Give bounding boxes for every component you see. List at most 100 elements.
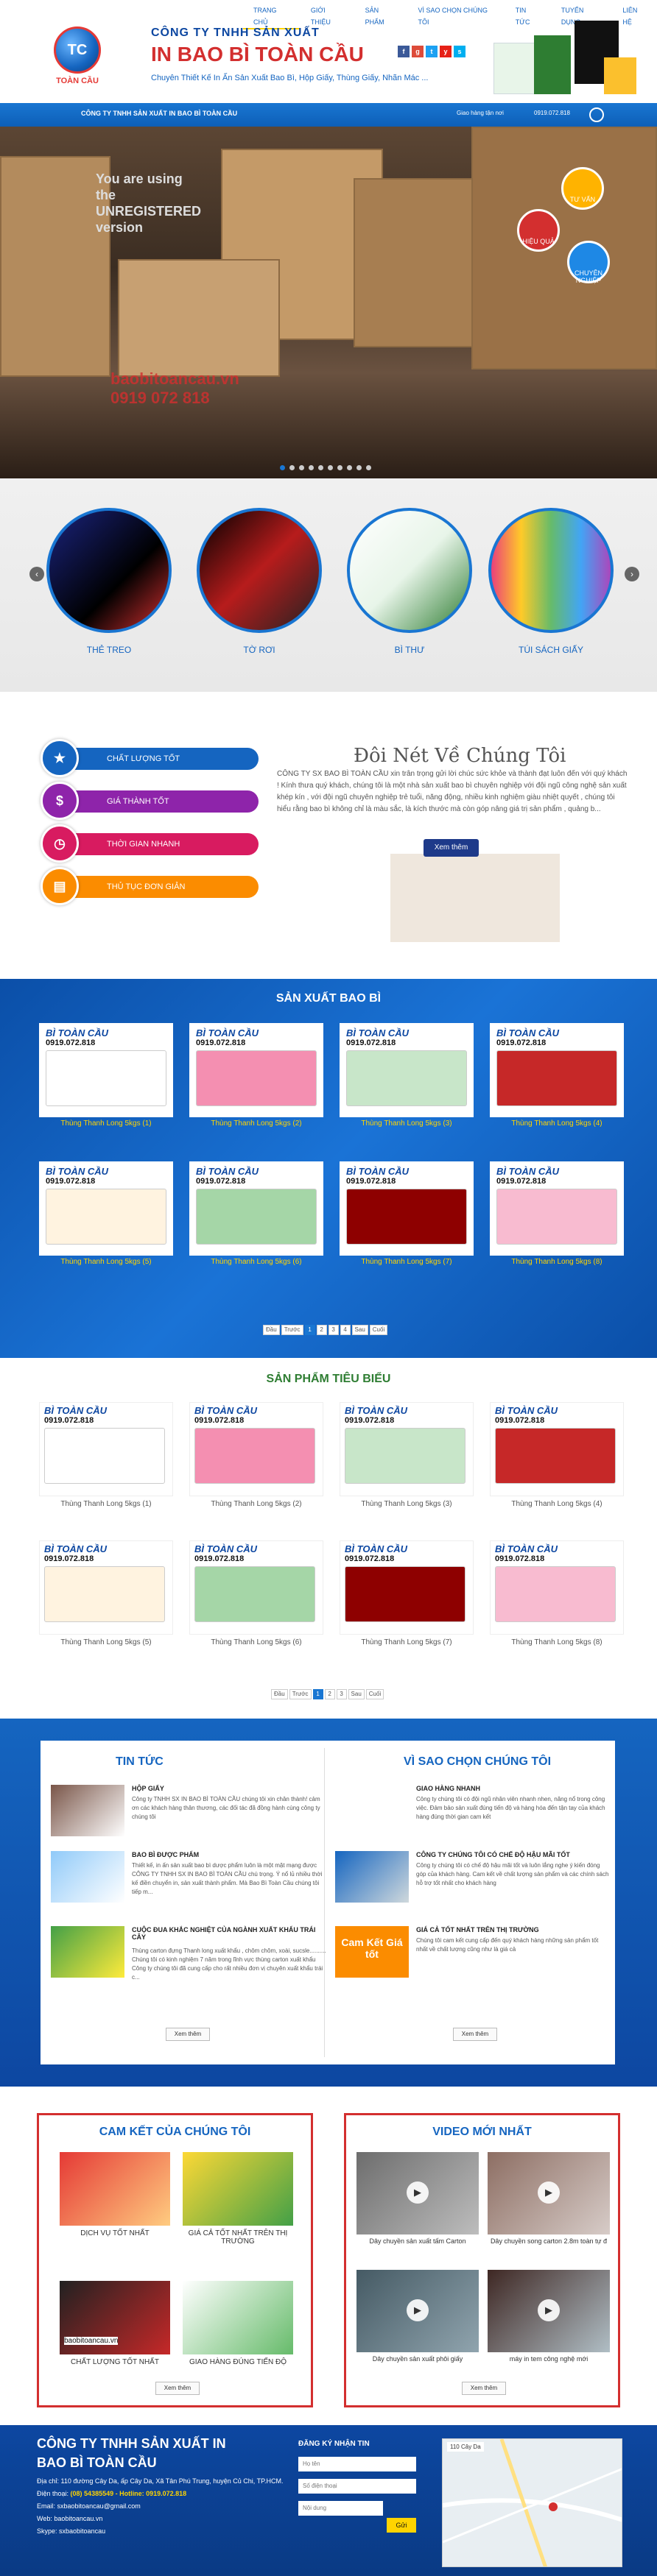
- product-label[interactable]: Thùng Thanh Long 5kgs (1): [39, 1119, 173, 1128]
- footer-email[interactable]: sxbaobitoancau@gmail.com: [57, 2502, 141, 2510]
- category-label[interactable]: THẺ TREO: [44, 645, 174, 655]
- play-icon[interactable]: ▶: [407, 2299, 429, 2321]
- video-item[interactable]: ▶ Dây chuyền song carton 2.8m toàn tự đ: [488, 2152, 610, 2262]
- why-item[interactable]: Cam Kết Giá tốt GIÁ CẢ TỐT NHẤT TRÊN THỊ…: [335, 1926, 615, 2000]
- product-card[interactable]: BÌ TOÀN CẦU 0919.072.818 Thùng Thanh Long …: [340, 1402, 474, 1512]
- product-label[interactable]: Thùng Thanh Long 5kgs (7): [340, 1638, 474, 1646]
- product-card[interactable]: BÌ TOÀN CẦU 0919.072.818 Thùng Thanh Long …: [189, 1540, 323, 1651]
- product-label[interactable]: Thùng Thanh Long 5kgs (7): [340, 1258, 474, 1266]
- slider-dot[interactable]: [309, 465, 314, 470]
- page-link[interactable]: Trước: [289, 1689, 312, 1699]
- tab-procedure[interactable]: THỦ TỤC ĐƠN GIẢN ▤: [41, 867, 259, 905]
- tab-time[interactable]: THỜI GIAN NHANH ◷: [41, 824, 259, 863]
- skype-icon[interactable]: s: [454, 46, 465, 57]
- news-item[interactable]: BAO BÌ ĐƯỢC PHẨM Thiết kế, in ấn sản xuấ…: [51, 1851, 331, 1917]
- why-item[interactable]: CÔNG TY CHÚNG TÔI CÓ CHẾ ĐỘ HẬU MÃI TỐT …: [335, 1851, 615, 1917]
- page-link[interactable]: Cuối: [365, 1689, 384, 1699]
- page-link[interactable]: 3: [328, 1325, 339, 1335]
- page-link[interactable]: Sau: [348, 1689, 365, 1699]
- product-label[interactable]: Thùng Thanh Long 5kgs (2): [189, 1119, 323, 1128]
- slider-dot[interactable]: [289, 465, 295, 470]
- page-link[interactable]: Sau: [351, 1325, 368, 1335]
- video-item[interactable]: ▶ máy in tem công nghệ mới: [488, 2270, 610, 2380]
- product-card[interactable]: BÌ TOÀN CẦU 0919.072.818 Thùng Thanh Long …: [340, 1540, 474, 1651]
- page-link[interactable]: 2: [324, 1689, 335, 1699]
- product-card[interactable]: BÌ TOÀN CẦU 0919.072.818 Thùng Thanh Long …: [189, 1402, 323, 1512]
- category-paper-bag[interactable]: TÚI SÁCH GIẤY: [486, 508, 616, 655]
- hero-slider[interactable]: You are using the UNREGISTERED version b…: [0, 127, 657, 478]
- commit-item[interactable]: GIAO HÀNG ĐÚNG TIẾN ĐỘ: [183, 2281, 293, 2377]
- product-image[interactable]: BÌ TOÀN CẦU 0919.072.818: [39, 1540, 173, 1635]
- carousel-next-icon[interactable]: ›: [625, 567, 639, 581]
- play-icon[interactable]: ▶: [538, 2182, 560, 2204]
- product-card[interactable]: BÌ TOÀN CẦU 0919.072.818 Thùng Thanh Long …: [490, 1023, 624, 1128]
- page-link[interactable]: 1: [304, 1325, 315, 1335]
- product-image[interactable]: BÌ TOÀN CẦU 0919.072.818: [340, 1161, 474, 1256]
- page-link[interactable]: 2: [316, 1325, 327, 1335]
- product-card[interactable]: BÌ TOÀN CẦU 0919.072.818 Thùng Thanh Long …: [340, 1023, 474, 1128]
- category-label[interactable]: TÚI SÁCH GIẤY: [486, 645, 616, 655]
- nav-why-us[interactable]: VÌ SAO CHỌN CHÚNG TÔI: [407, 4, 505, 29]
- product-label[interactable]: Thùng Thanh Long 5kgs (3): [340, 1500, 474, 1508]
- news-item-title[interactable]: CUỘC ĐUA KHẮC NGHIỆT CỦA NGÀNH XUẤT KHẨU…: [132, 1926, 331, 1941]
- nav-about[interactable]: GIỚI THIỆU: [301, 4, 355, 29]
- product-image[interactable]: BÌ TOÀN CẦU 0919.072.818: [340, 1540, 474, 1635]
- product-label[interactable]: Thùng Thanh Long 5kgs (4): [490, 1119, 624, 1128]
- product-label[interactable]: Thùng Thanh Long 5kgs (6): [189, 1638, 323, 1646]
- product-image[interactable]: BÌ TOÀN CẦU 0919.072.818: [490, 1161, 624, 1256]
- product-label[interactable]: Thùng Thanh Long 5kgs (4): [490, 1500, 624, 1508]
- product-card[interactable]: BÌ TOÀN CẦU 0919.072.818 Thùng Thanh Long …: [39, 1023, 173, 1128]
- nav-home[interactable]: TRANG CHỦ: [243, 4, 301, 29]
- product-label[interactable]: Thùng Thanh Long 5kgs (3): [340, 1119, 474, 1128]
- page-link[interactable]: 1: [312, 1689, 323, 1699]
- news-item-title[interactable]: HỘP GIẤY: [132, 1785, 164, 1792]
- page-link[interactable]: 4: [340, 1325, 351, 1335]
- slider-dot[interactable]: [328, 465, 333, 470]
- slider-dot[interactable]: [280, 465, 285, 470]
- news-item[interactable]: CUỘC ĐUA KHẮC NGHIỆT CỦA NGÀNH XUẤT KHẨU…: [51, 1926, 331, 2000]
- bubble-consult[interactable]: TƯ VẤN: [561, 167, 604, 210]
- category-hang-tag[interactable]: THẺ TREO: [44, 508, 174, 655]
- google-plus-icon[interactable]: g: [412, 46, 424, 57]
- why-item[interactable]: GIAO HÀNG NHANH Công ty chúng tôi có đội…: [335, 1785, 615, 1844]
- product-label[interactable]: Thùng Thanh Long 5kgs (1): [39, 1500, 173, 1508]
- footer-skype[interactable]: sxbaobitoancau: [59, 2527, 105, 2535]
- category-label[interactable]: TỜ RƠI: [194, 645, 324, 655]
- product-image[interactable]: BÌ TOÀN CẦU 0919.072.818: [39, 1023, 173, 1117]
- location-map[interactable]: 110 Cây Da: [442, 2438, 622, 2567]
- commit-item[interactable]: baobitoancau.vn CHẤT LƯỢNG TỐT NHẤT: [60, 2281, 170, 2377]
- phone-input[interactable]: Số điện thoại: [298, 2479, 416, 2494]
- product-image[interactable]: BÌ TOÀN CẦU 0919.072.818: [490, 1402, 624, 1496]
- product-image[interactable]: BÌ TOÀN CẦU 0919.072.818: [39, 1161, 173, 1256]
- content-input[interactable]: Nội dung: [298, 2501, 383, 2516]
- category-envelope[interactable]: BÌ THƯ: [345, 508, 474, 655]
- slider-dot[interactable]: [337, 465, 342, 470]
- product-label[interactable]: Thùng Thanh Long 5kgs (8): [490, 1258, 624, 1266]
- product-image[interactable]: BÌ TOÀN CẦU 0919.072.818: [189, 1402, 323, 1496]
- slider-dot[interactable]: [366, 465, 371, 470]
- video-more-button[interactable]: Xem thêm: [462, 2382, 506, 2395]
- slider-dot[interactable]: [318, 465, 323, 470]
- product-image[interactable]: BÌ TOÀN CẦU 0919.072.818: [189, 1023, 323, 1117]
- commit-item[interactable]: DỊCH VỤ TỐT NHẤT: [60, 2152, 170, 2248]
- page-link[interactable]: Đầu: [271, 1689, 288, 1699]
- site-logo[interactable]: TC TOÀN CẦU: [52, 26, 103, 88]
- product-card[interactable]: BÌ TOÀN CẦU 0919.072.818 Thùng Thanh Long …: [39, 1540, 173, 1651]
- product-card[interactable]: BÌ TOÀN CẦU 0919.072.818 Thùng Thanh Long …: [189, 1023, 323, 1128]
- slider-dot[interactable]: [356, 465, 362, 470]
- video-item[interactable]: ▶ Dây chuyền sản xuất phôi giấy: [356, 2270, 479, 2380]
- product-image[interactable]: BÌ TOÀN CẦU 0919.072.818: [189, 1540, 323, 1635]
- play-icon[interactable]: ▶: [538, 2299, 560, 2321]
- commit-more-button[interactable]: Xem thêm: [155, 2382, 200, 2395]
- submit-button[interactable]: Gửi: [387, 2518, 416, 2533]
- bubble-effective[interactable]: HIỆU QUẢ: [517, 209, 560, 252]
- product-card[interactable]: BÌ TOÀN CẦU 0919.072.818 Thùng Thanh Long …: [490, 1161, 624, 1266]
- product-card[interactable]: BÌ TOÀN CẦU 0919.072.818 Thùng Thanh Long …: [490, 1540, 624, 1651]
- slider-dot[interactable]: [299, 465, 304, 470]
- product-label[interactable]: Thùng Thanh Long 5kgs (8): [490, 1638, 624, 1646]
- news-item[interactable]: HỘP GIẤY Công ty TNHH SX IN BAO BÌ TOÀN …: [51, 1785, 331, 1844]
- facebook-icon[interactable]: f: [398, 46, 410, 57]
- product-card[interactable]: BÌ TOÀN CẦU 0919.072.818 Thùng Thanh Long …: [340, 1161, 474, 1266]
- page-link[interactable]: Cuối: [369, 1325, 388, 1335]
- why-more-button[interactable]: Xem thêm: [453, 2028, 497, 2041]
